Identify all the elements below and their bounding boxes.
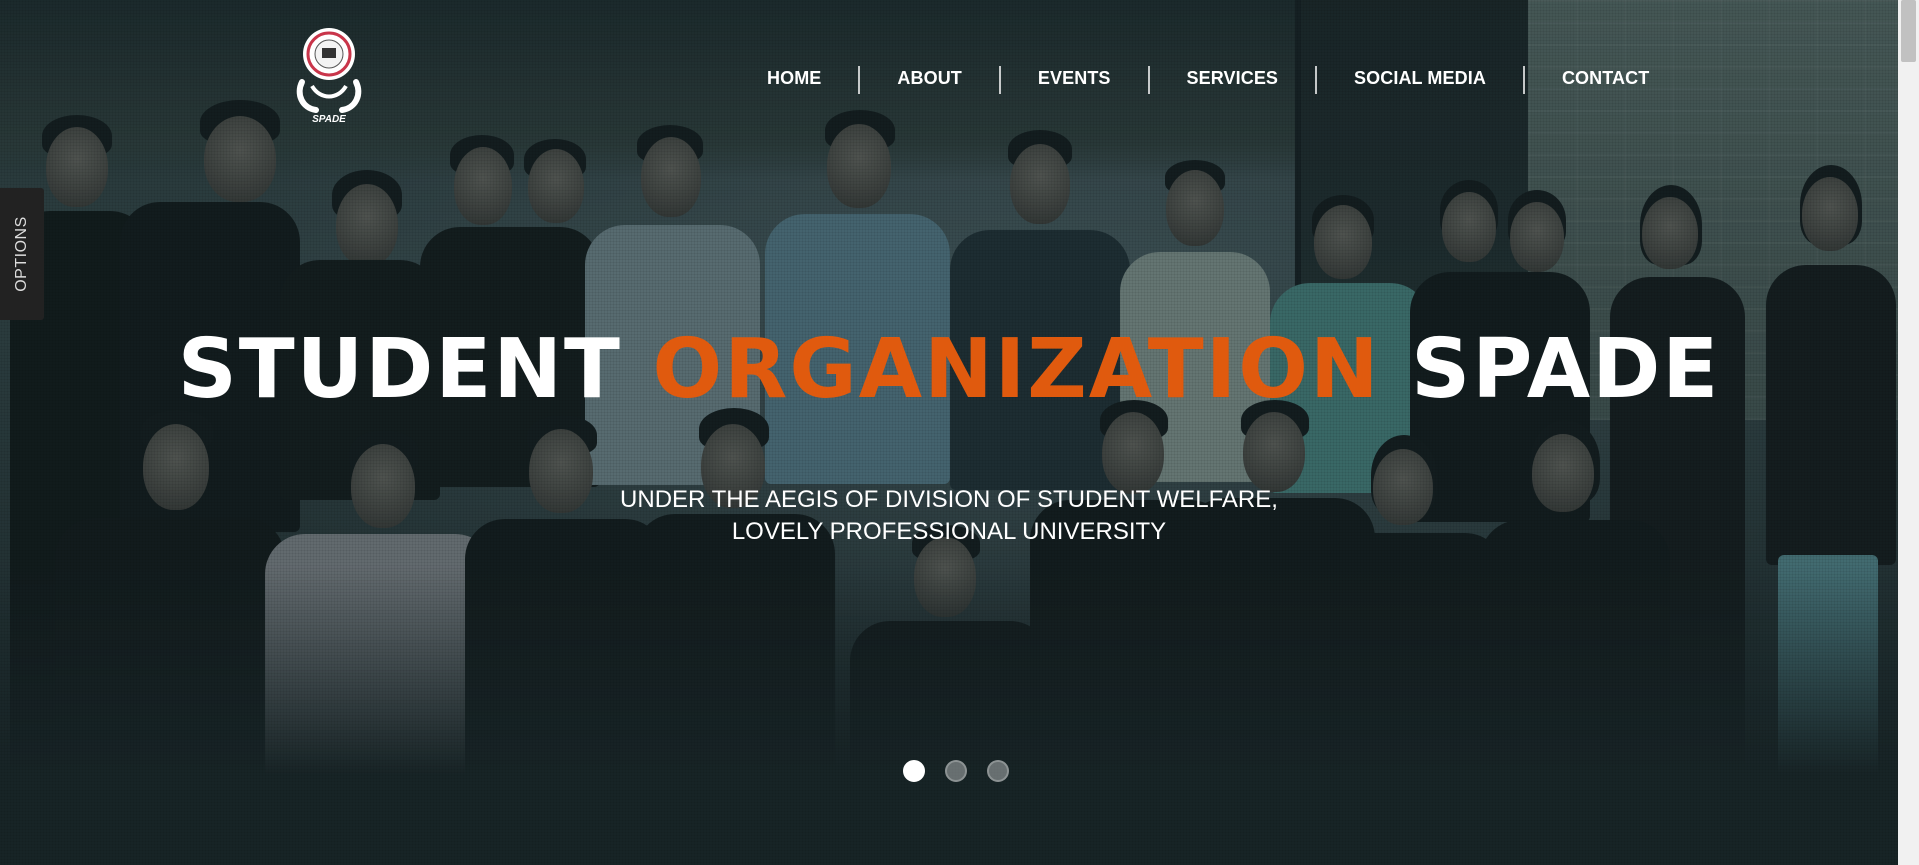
logo-wordmark: SPADE <box>312 114 346 125</box>
options-tab[interactable]: OPTIONS <box>0 188 44 320</box>
carousel-indicators <box>903 760 1009 782</box>
headline-word-organization: ORGANIZATION <box>652 322 1381 417</box>
nav-services[interactable]: SERVICES <box>1147 66 1316 94</box>
spade-logo[interactable]: SPADE <box>292 24 366 128</box>
hero-subtitle-line-2: LOVELY PROFESSIONAL UNIVERSITY <box>731 518 1167 545</box>
options-tab-label: OPTIONS <box>13 216 31 292</box>
nav-home[interactable]: HOME <box>730 66 858 94</box>
carousel-dot-2[interactable] <box>945 760 967 782</box>
hero-subtitle-line-1: UNDER THE AEGIS OF DIVISION OF STUDENT W… <box>620 486 1278 513</box>
carousel-dot-1[interactable] <box>903 760 925 782</box>
headline-word-student: STUDENT <box>177 322 622 417</box>
nav-contact[interactable]: CONTACT <box>1522 66 1686 94</box>
scrollbar-thumb[interactable] <box>1901 0 1916 62</box>
nav-social-media[interactable]: SOCIAL MEDIA <box>1315 66 1523 94</box>
hero-banner: SPADE HOME ABOUT EVENTS SERVICES SOCIAL … <box>0 0 1898 865</box>
nav-events[interactable]: EVENTS <box>998 66 1148 94</box>
page-scrollbar[interactable] <box>1898 0 1919 865</box>
nav-about[interactable]: ABOUT <box>858 66 999 94</box>
spade-emblem-icon <box>296 28 362 113</box>
main-nav: HOME ABOUT EVENTS SERVICES SOCIAL MEDIA … <box>730 66 1686 94</box>
headline-word-spade: SPADE <box>1411 322 1721 417</box>
hero-headline: STUDENT ORGANIZATION SPADE <box>0 322 1898 417</box>
hero-dark-overlay <box>0 0 1898 865</box>
carousel-dot-3[interactable] <box>987 760 1009 782</box>
